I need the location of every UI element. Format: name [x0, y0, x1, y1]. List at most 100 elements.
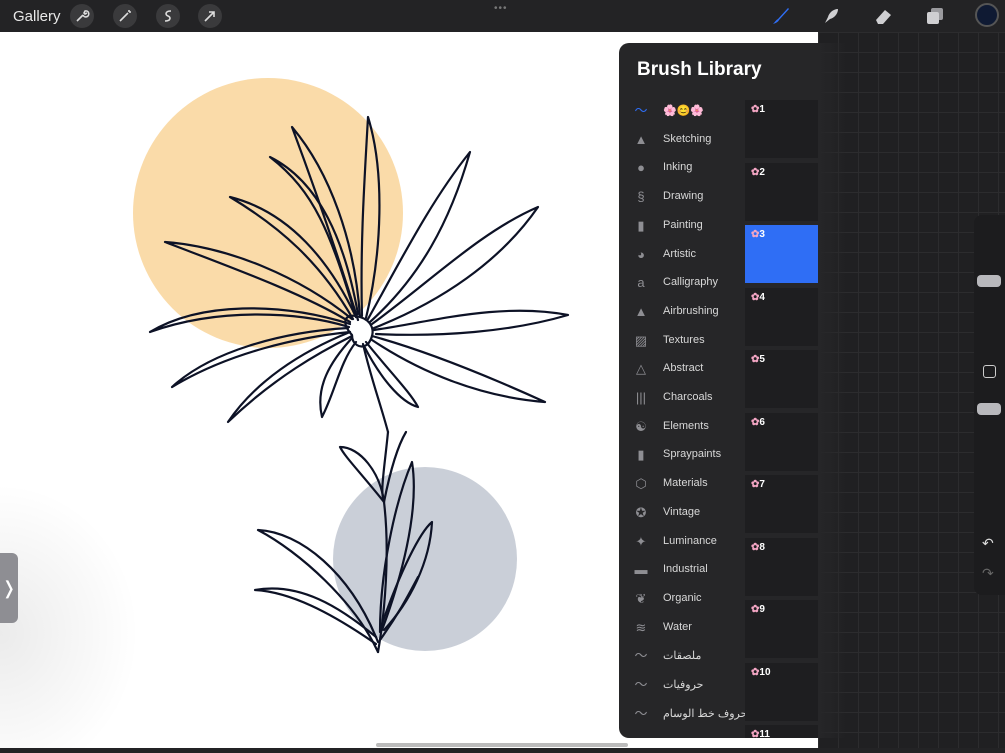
redo-icon[interactable]: ↷	[982, 565, 994, 582]
layers-icon[interactable]	[924, 5, 946, 27]
category-item[interactable]: ❦ Organic	[619, 585, 744, 613]
category-item[interactable]: 〜 حروفيات	[619, 671, 744, 699]
undo-icon[interactable]: ↶	[982, 535, 994, 552]
category-label: Luminance	[663, 534, 717, 547]
category-item[interactable]: ◕ Artistic	[619, 241, 744, 269]
brush-number: 8	[759, 541, 765, 553]
transform-arrow-icon[interactable]	[198, 4, 222, 28]
brush-name: ✿10	[751, 667, 771, 678]
brush-number: 6	[759, 416, 765, 428]
category-item[interactable]: ≋ Water	[619, 614, 744, 642]
brush-item[interactable]: ✿10⁄	[745, 662, 818, 721]
category-item[interactable]: ☯ Elements	[619, 413, 744, 441]
sidebar-controls: ↶ ↷	[974, 215, 1005, 595]
brush-number: 2	[759, 166, 765, 178]
brush-icon[interactable]	[770, 5, 792, 27]
brush-name: ✿6	[751, 417, 765, 428]
category-item[interactable]: ||| Charcoals	[619, 384, 744, 412]
category-label: حروفيات	[663, 679, 704, 691]
category-label: Artistic	[663, 247, 696, 260]
category-label: Sketching	[663, 132, 712, 145]
opacity-slider[interactable]	[977, 403, 1001, 415]
brush-name: ✿1	[751, 104, 765, 115]
gallery-button[interactable]: Gallery	[13, 8, 61, 25]
anvil-icon: ▬	[634, 562, 648, 578]
pencil-icon: ▲	[634, 131, 648, 147]
category-item[interactable]: 〜 حروف خط الوسام	[619, 700, 748, 728]
texture-icon: ▨	[634, 332, 648, 348]
brush-item[interactable]: ✿4⁄	[745, 287, 818, 346]
palette-icon: ◕	[637, 246, 645, 262]
brush-number: 5	[759, 354, 765, 365]
category-item[interactable]: ● Inking	[619, 154, 744, 182]
brush-item[interactable]: ✿8⁄	[745, 537, 818, 596]
brush-item[interactable]: ✿3⁄	[745, 225, 818, 283]
brush-item[interactable]: ✿5⁄	[745, 350, 818, 408]
triangle-icon: △	[636, 361, 646, 377]
brush-name: ✿7	[751, 479, 765, 490]
category-label: Charcoals	[663, 391, 713, 403]
brush-library-title: Brush Library	[637, 59, 762, 80]
brush-number: 10	[759, 666, 771, 678]
category-item[interactable]: a Calligraphy	[619, 269, 744, 297]
category-item[interactable]: § Drawing	[619, 183, 744, 211]
paint-brush-icon: ▮	[637, 217, 645, 233]
calligraphy-icon: a	[637, 275, 645, 291]
selection-icon[interactable]	[156, 4, 180, 28]
brush-item[interactable]: ✿7⁄	[745, 475, 818, 533]
panel-fade	[818, 43, 848, 738]
category-item[interactable]: ▲ Sketching	[619, 126, 744, 154]
category-item[interactable]: ▮ Painting	[619, 212, 744, 240]
brush-item[interactable]: ✿1⁄	[745, 100, 818, 158]
brush-name: ✿8	[751, 542, 765, 553]
category-item[interactable]: ▲ Airbrushing	[619, 298, 744, 326]
brush-number: 11	[759, 729, 770, 738]
category-label: حروف خط الوسام	[663, 707, 748, 720]
bottom-scrollbar[interactable]	[376, 743, 628, 747]
star-icon: ✪	[635, 504, 647, 520]
squiggle-icon: §	[637, 189, 645, 205]
brush-item[interactable]: ✿9⁄	[745, 600, 818, 658]
brush-item[interactable]: ✿2⁄	[745, 162, 818, 221]
category-label: Inking	[663, 161, 693, 174]
category-item[interactable]: ✪ Vintage	[619, 499, 744, 527]
category-label: 🌸😊🌸	[663, 105, 705, 117]
brush-name: ✿3	[751, 229, 765, 240]
waves-icon: ≋	[635, 619, 647, 635]
brush-name: ✿4	[751, 292, 765, 303]
bottom-bar	[0, 748, 1005, 753]
charcoal-icon: |||	[635, 390, 647, 405]
brush-item[interactable]: ✿11⁄	[745, 725, 818, 738]
brush-stroke-icon: 〜	[634, 705, 648, 721]
category-item[interactable]: ⬡ Materials	[619, 470, 744, 498]
eraser-icon[interactable]	[872, 5, 894, 27]
brush-number: 1	[759, 104, 765, 115]
modify-button-icon[interactable]	[983, 365, 996, 378]
brush-name: ✿5	[751, 354, 765, 365]
category-label: ملصقات	[663, 650, 702, 663]
category-label: Textures	[663, 333, 705, 346]
color-icon[interactable]	[975, 3, 999, 27]
magic-wand-icon[interactable]	[113, 4, 137, 28]
top-toolbar: Gallery •••	[0, 0, 1005, 32]
category-label: Water	[663, 620, 692, 633]
spray-can-icon: ▮	[637, 447, 645, 463]
brush-stroke-icon: 〜	[634, 648, 648, 664]
category-item[interactable]: 〜 ملصقات	[619, 642, 744, 670]
brush-size-slider[interactable]	[977, 275, 1001, 287]
smudge-icon[interactable]	[820, 5, 842, 27]
brush-stroke-icon: 〜	[634, 677, 648, 692]
category-item[interactable]: ▮ Spraypaints	[619, 441, 744, 469]
brush-stroke-icon: 〜	[634, 103, 648, 118]
category-item[interactable]: ✦ Luminance	[619, 528, 744, 556]
sidebar-handle[interactable]: ❭	[0, 553, 18, 623]
brush-library-panel: Brush Library + 〜🌸😊🌸▲Sketching●Inking§Dr…	[619, 43, 818, 738]
category-item[interactable]: ▬ Industrial	[619, 556, 744, 584]
category-item[interactable]: △ Abstract	[619, 355, 744, 383]
category-label: Drawing	[663, 190, 704, 203]
wrench-icon[interactable]	[70, 4, 94, 28]
brush-item[interactable]: ✿6⁄	[745, 412, 818, 471]
drag-handle-dots[interactable]: •••	[494, 3, 508, 14]
category-item[interactable]: ▨ Textures	[619, 327, 744, 355]
category-item[interactable]: 〜 🌸😊🌸	[619, 97, 744, 125]
